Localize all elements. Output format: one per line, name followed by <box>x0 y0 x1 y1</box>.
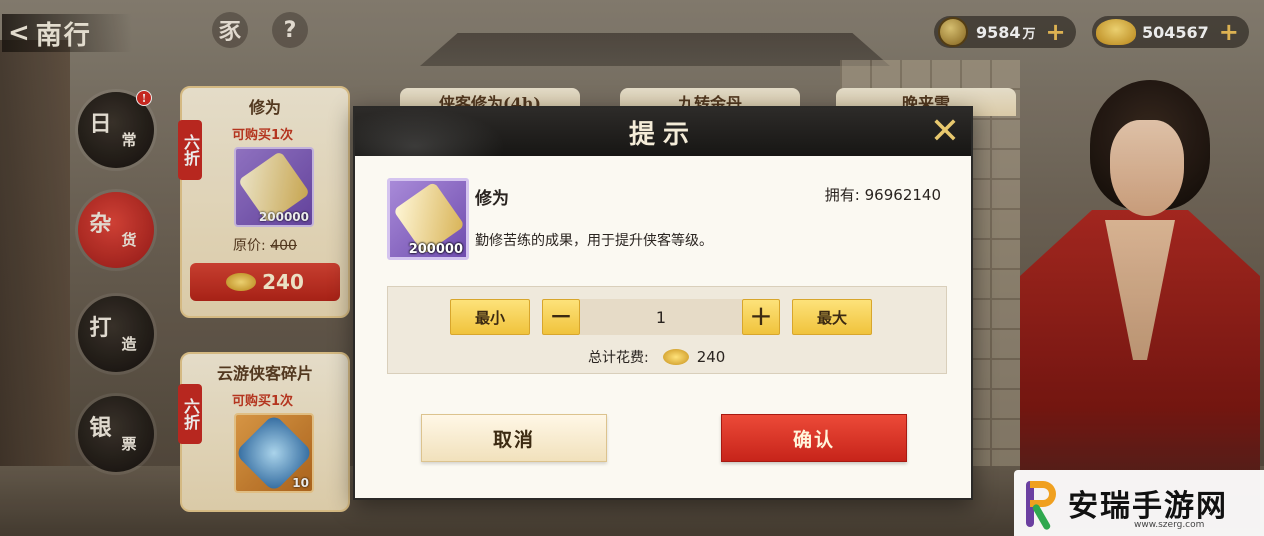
decrease-button[interactable]: − <box>542 299 580 335</box>
item-name: 修为 <box>475 189 509 209</box>
total-cost: 总计花费: 240 <box>588 345 725 369</box>
watermark-url: www.szerg.com <box>1134 520 1205 530</box>
gold-ingot-icon <box>662 349 689 365</box>
site-watermark: 安瑞手游网 www.szerg.com <box>1014 470 1264 536</box>
confirm-button[interactable]: 确认 <box>721 414 907 462</box>
item-icon: 200000 <box>387 178 469 260</box>
dialog-title: 提示 <box>628 119 697 150</box>
quantity-panel: 最小 − 1 + 最大 总计花费: 240 <box>387 286 947 374</box>
cancel-button[interactable]: 取消 <box>421 414 607 462</box>
increase-button[interactable]: + <box>742 299 780 335</box>
owned-count: 拥有: 96962140 <box>825 184 941 205</box>
max-quantity-button[interactable]: 最大 <box>792 299 872 335</box>
total-cost-value: 240 <box>696 348 726 366</box>
watermark-logo-icon <box>1020 477 1060 531</box>
total-cost-label: 总计花费: <box>588 350 649 366</box>
purchase-dialog: 提示 ✕ 200000 修为 拥有: 96962140 勤修苦练的成果，用于提升… <box>353 106 973 500</box>
quantity-input[interactable]: 1 <box>580 299 742 335</box>
owned-label: 拥有: <box>824 186 860 204</box>
min-quantity-button[interactable]: 最小 <box>450 299 530 335</box>
owned-value: 96962140 <box>864 186 941 204</box>
dialog-header: 提示 ✕ <box>355 108 971 156</box>
close-icon[interactable]: ✕ <box>925 114 965 150</box>
watermark-text: 安瑞手游网 <box>1068 489 1228 524</box>
item-description: 勤修苦练的成果，用于提升侠客等级。 <box>475 233 713 249</box>
item-quantity: 200000 <box>408 242 463 257</box>
